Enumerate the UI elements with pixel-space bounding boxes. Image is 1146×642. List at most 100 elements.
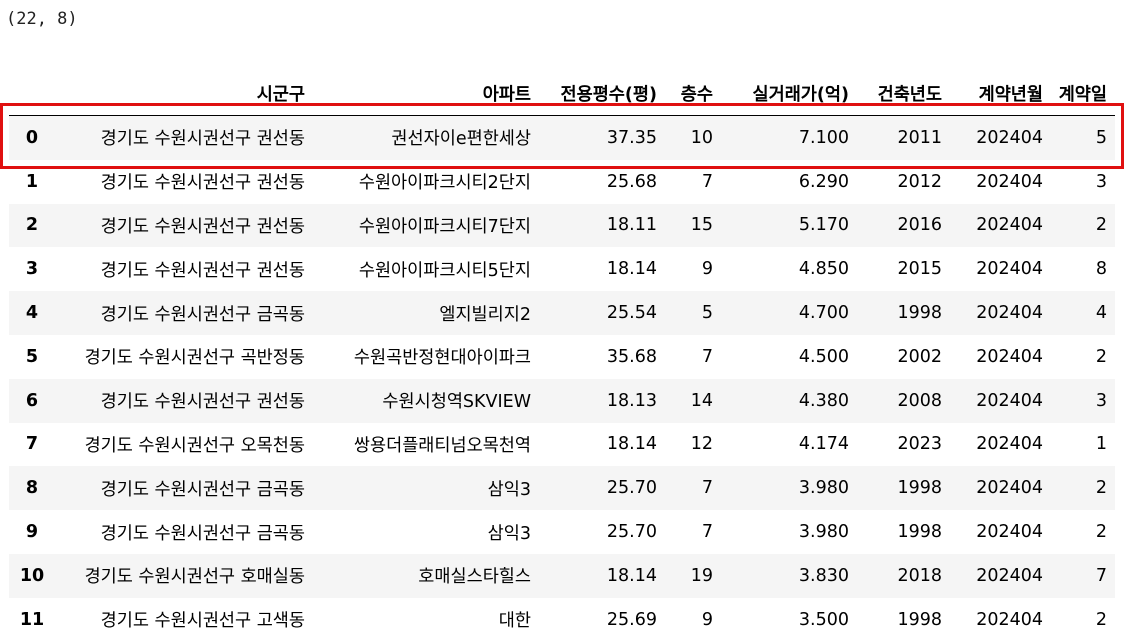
table-row: 3 경기도 수원시권선구 권선동 수원아이파크시티5단지 18.14 9 4.850 201… [9, 247, 1115, 292]
table-row: 6 경기도 수원시권선구 권선동 수원시청역SKVIEW 18.13 14 4.380 20… [9, 378, 1115, 423]
table-cell: 수원아이파크시티7단지 [358, 216, 531, 237]
table-cell: 쌍용더플래티넘오목천역 [353, 435, 531, 456]
table-cell: 202404 [976, 346, 1043, 367]
dataframe-table: 시군구 아파트 전용평수(평) 층수 실거래가(억) 건축년도 계약년월 계약일 0 경기도 수… [9, 72, 1115, 642]
table-row: 10 경기도 수원시권선구 호매실동 호매실스타힐스 18.14 19 3.830 2018… [9, 553, 1115, 598]
table-cell: 6.290 [798, 171, 849, 192]
row-index: 7 [25, 434, 39, 455]
table-header: 시군구 아파트 전용평수(평) 층수 실거래가(억) 건축년도 계약년월 계약일 [9, 72, 1115, 116]
table-cell: 18.14 [606, 434, 657, 455]
table-row: 5 경기도 수원시권선구 곡반정동 수원곡반정현대아이파크 35.68 7 4.500 20… [9, 334, 1115, 379]
table-cell: 호매실스타힐스 [418, 567, 531, 588]
table-cell: 1 [1095, 434, 1107, 455]
table-cell: 3 [1095, 171, 1107, 192]
table-cell: 경기도 수원시권선구 고색동 [100, 611, 305, 632]
row-index: 9 [25, 522, 39, 543]
table-cell: 2012 [897, 171, 942, 192]
row-index: 2 [25, 215, 39, 236]
table-body: 0 경기도 수원시권선구 권선동 권선자이e편한세상 37.35 10 7.100 2011… [9, 115, 1115, 642]
table-cell: 4 [1095, 303, 1107, 324]
table-cell: 2 [1095, 478, 1107, 499]
table-row: 4 경기도 수원시권선구 금곡동 엘지빌리지2 25.54 5 4.700 1998 2024… [9, 291, 1115, 335]
table-row: 1 경기도 수원시권선구 권선동 수원아이파크시티2단지 25.68 7 6.290 201… [9, 159, 1115, 204]
table-cell: 3.980 [798, 522, 849, 543]
table-cell: 202404 [976, 522, 1043, 543]
column-header: 전용평수(평) [539, 72, 665, 116]
table-cell: 18.11 [606, 215, 657, 236]
table-cell: 37.35 [606, 127, 657, 148]
table-cell: 1998 [897, 609, 942, 630]
header-index-cell [9, 72, 55, 116]
column-header: 계약일 [1051, 72, 1115, 116]
table-cell: 202404 [976, 434, 1043, 455]
table-row: 8 경기도 수원시권선구 금곡동 삼익3 25.70 7 3.980 1998 202404 2 [9, 466, 1115, 511]
table-cell: 3 [1095, 390, 1107, 411]
table-cell: 삼익3 [487, 523, 531, 544]
table-cell: 9 [701, 259, 713, 280]
table-cell: 2011 [897, 127, 942, 148]
row-index: 1 [25, 171, 39, 192]
table-row: 0 경기도 수원시권선구 권선동 권선자이e편한세상 37.35 10 7.100 2011… [9, 115, 1115, 160]
table-cell: 25.70 [606, 522, 657, 543]
table-cell: 2 [1095, 609, 1107, 630]
table-cell: 3.830 [798, 565, 849, 586]
table-cell: 2015 [897, 259, 942, 280]
table-row: 7 경기도 수원시권선구 오목천동 쌍용더플래티넘오목천역 18.14 12 4.174 2… [9, 422, 1115, 467]
table-cell: 경기도 수원시권선구 오목천동 [84, 435, 305, 456]
table-cell: 4.850 [798, 259, 849, 280]
table-cell: 7 [701, 478, 713, 499]
table-cell: 2016 [897, 215, 942, 236]
table-cell: 1998 [897, 478, 942, 499]
table-cell: 경기도 수원시권선구 곡반정동 [84, 348, 305, 369]
table-cell: 5 [1095, 127, 1107, 148]
table-cell: 202404 [976, 259, 1043, 280]
column-header: 시군구 [55, 72, 313, 116]
table-cell: 경기도 수원시권선구 권선동 [100, 129, 305, 150]
table-cell: 2 [1095, 215, 1107, 236]
table-cell: 202404 [976, 303, 1043, 324]
row-index: 0 [25, 127, 39, 148]
table-cell: 수원곡반정현대아이파크 [353, 348, 531, 369]
table-cell: 25.68 [606, 171, 657, 192]
table-cell: 18.14 [606, 259, 657, 280]
table-cell: 202404 [976, 609, 1043, 630]
table-cell: 25.54 [606, 303, 657, 324]
table-cell: 경기도 수원시권선구 호매실동 [84, 567, 305, 588]
table-cell: 15 [690, 215, 713, 236]
column-header: 아파트 [313, 72, 539, 116]
table-cell: 경기도 수원시권선구 권선동 [100, 392, 305, 413]
table-cell: 2018 [897, 565, 942, 586]
table-cell: 1998 [897, 522, 942, 543]
table-cell: 202404 [976, 171, 1043, 192]
table-cell: 대한 [498, 611, 531, 632]
table-cell: 7.100 [798, 127, 849, 148]
table-cell: 수원시청역SKVIEW [382, 392, 531, 413]
row-index: 11 [19, 609, 45, 630]
table-cell: 18.13 [606, 390, 657, 411]
table-cell: 2023 [897, 434, 942, 455]
row-index: 8 [25, 478, 39, 499]
table-cell: 3.980 [798, 478, 849, 499]
table-cell: 4.380 [798, 390, 849, 411]
table-cell: 경기도 수원시권선구 금곡동 [100, 479, 305, 500]
row-index: 5 [25, 346, 39, 367]
table-cell: 5 [701, 303, 713, 324]
header-row: 시군구 아파트 전용평수(평) 층수 실거래가(억) 건축년도 계약년월 계약일 [9, 72, 1115, 116]
table-cell: 35.68 [606, 346, 657, 367]
table-cell: 9 [701, 609, 713, 630]
table-cell: 경기도 수원시권선구 금곡동 [100, 523, 305, 544]
table-row: 2 경기도 수원시권선구 권선동 수원아이파크시티7단지 18.11 15 5.170 20… [9, 203, 1115, 248]
table-cell: 202404 [976, 127, 1043, 148]
column-header: 실거래가(억) [721, 72, 857, 116]
table-cell: 19 [690, 565, 713, 586]
table-cell: 수원아이파크시티5단지 [358, 260, 531, 281]
table-cell: 202404 [976, 390, 1043, 411]
table-cell: 엘지빌리지2 [439, 304, 531, 325]
table-cell: 12 [690, 434, 713, 455]
table-cell: 경기도 수원시권선구 권선동 [100, 173, 305, 194]
column-header: 계약년월 [950, 72, 1051, 116]
table-cell: 7 [701, 346, 713, 367]
table-cell: 수원아이파크시티2단지 [358, 173, 531, 194]
table-cell: 8 [1095, 259, 1107, 280]
table-cell: 경기도 수원시권선구 권선동 [100, 260, 305, 281]
